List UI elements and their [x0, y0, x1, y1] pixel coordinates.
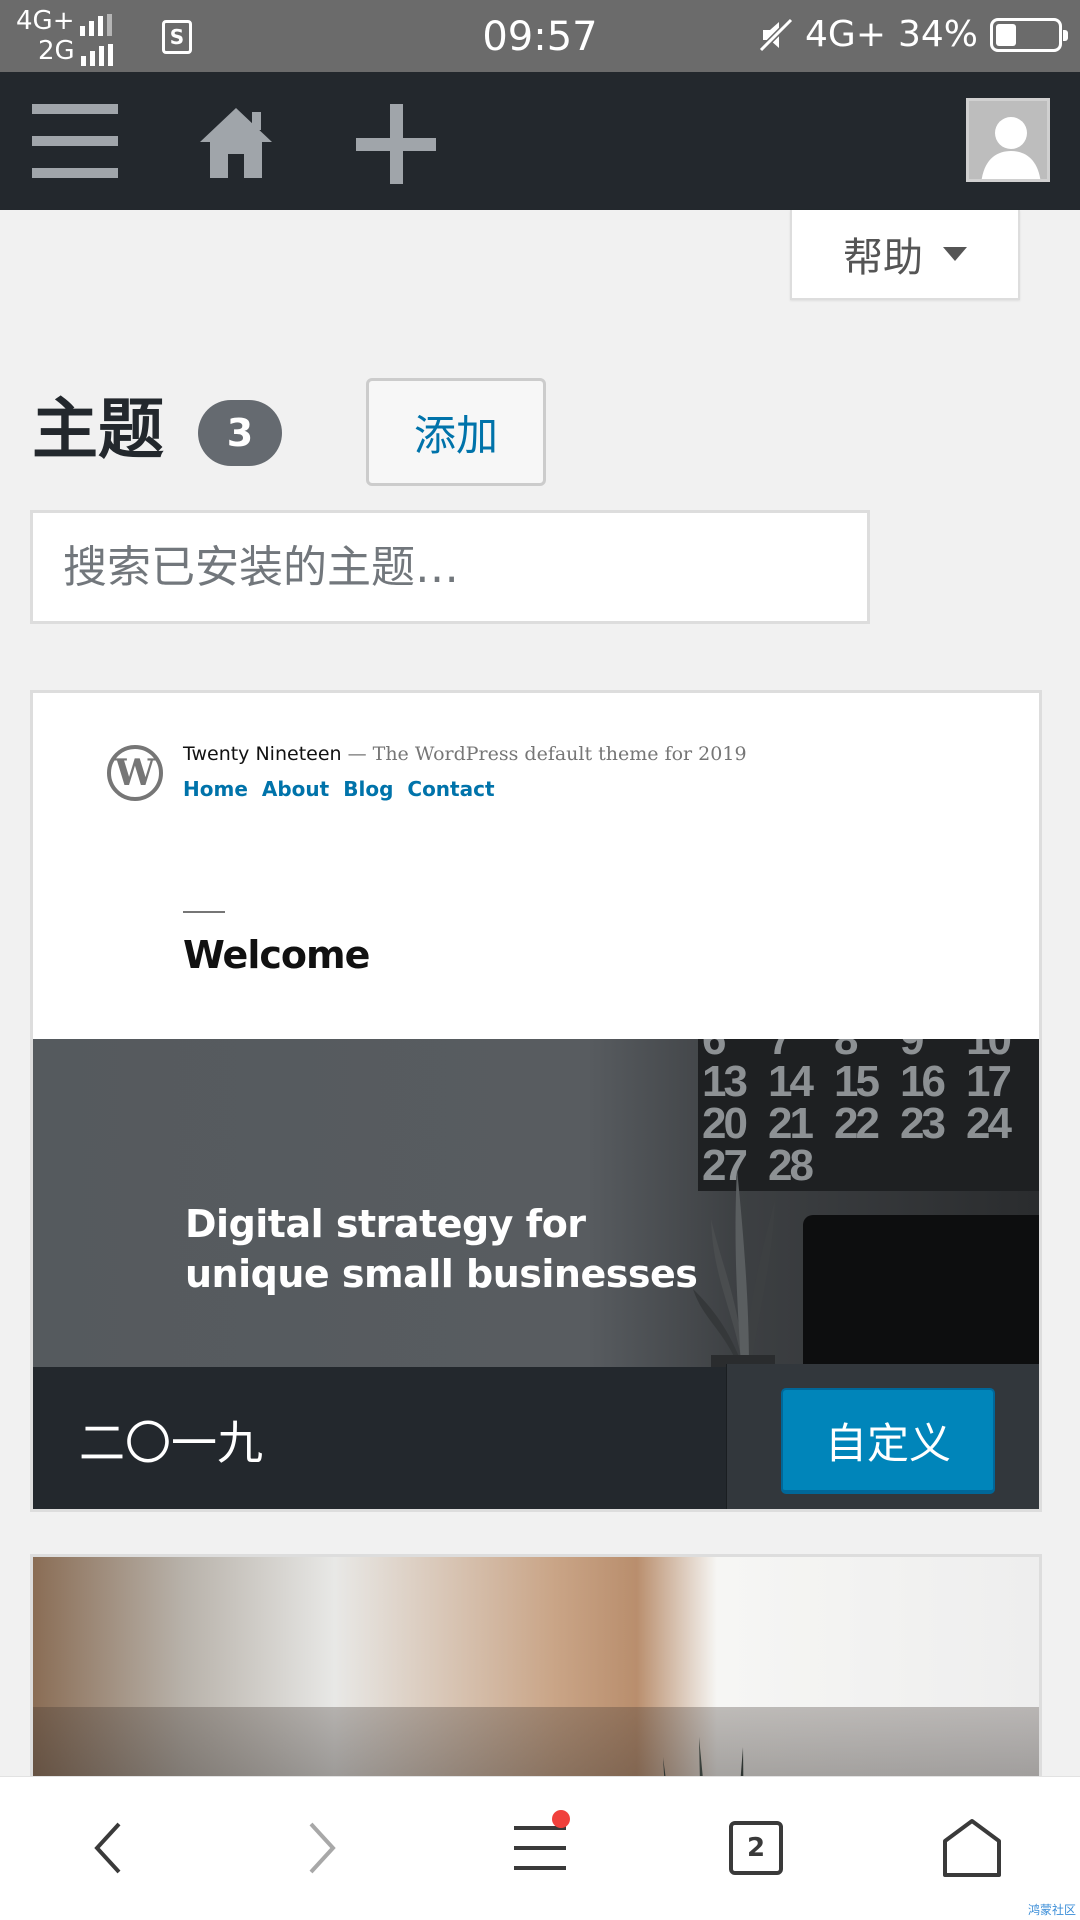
plant-icon — [693, 1169, 775, 1367]
home-icon[interactable] — [196, 102, 276, 182]
status-right: 4G+ 34% — [758, 14, 1068, 55]
back-icon — [94, 1822, 121, 1874]
theme-search-input[interactable] — [30, 510, 870, 624]
menu-icon[interactable] — [32, 104, 118, 178]
calendar-day — [966, 1145, 1032, 1187]
tabs-button[interactable]: 2 — [721, 1813, 791, 1883]
mute-icon — [758, 17, 794, 52]
battery-percent: 34% — [897, 14, 978, 55]
menu-button[interactable] — [505, 1810, 575, 1883]
battery-level — [996, 23, 1016, 46]
theme-card-footer: 二〇一九 自定义 — [33, 1364, 1039, 1509]
notification-dot — [552, 1810, 570, 1828]
preview-monitor — [803, 1215, 1039, 1367]
customize-button[interactable]: 自定义 — [781, 1388, 995, 1494]
preview-divider — [183, 911, 225, 913]
caret-down-icon — [943, 247, 967, 261]
theme-count-badge: 3 — [198, 400, 282, 466]
browser-toolbar: 2 鸿蒙社区 — [0, 1776, 1080, 1920]
help-button[interactable]: 帮助 — [790, 210, 1020, 300]
calendar-day: 13 — [702, 1057, 748, 1106]
avatar[interactable] — [966, 98, 1050, 182]
calendar-day: 22 — [834, 1099, 880, 1148]
preview-site-title: Twenty Nineteen — [183, 743, 342, 765]
network-type-right: 4G+ — [805, 14, 886, 55]
forward-button[interactable] — [288, 1813, 358, 1883]
calendar-day — [834, 1145, 900, 1187]
preview-header: W Twenty Nineteen — The WordPress defaul… — [33, 693, 1039, 1039]
tab-count: 2 — [729, 1821, 783, 1875]
battery-icon — [990, 17, 1068, 52]
theme-card[interactable]: W Twenty Nineteen — The WordPress defaul… — [30, 690, 1042, 1512]
calendar-day: 17 — [966, 1057, 1012, 1106]
calendar-day: 15 — [834, 1057, 880, 1106]
preview-site-line: Twenty Nineteen — The WordPress default … — [183, 743, 747, 765]
preview-nav-about: About — [261, 777, 330, 801]
preview-site-desc: — The WordPress default theme for 2019 — [347, 743, 747, 765]
forward-icon — [309, 1822, 336, 1874]
preview-nav: Home About Blog Contact — [183, 777, 495, 801]
calendar-day: 16 — [900, 1057, 946, 1106]
hero-line-2: unique small businesses — [185, 1252, 698, 1296]
calendar-day: 24 — [966, 1099, 1012, 1148]
menu-lines-icon — [514, 1810, 570, 1872]
page-title: 主题 — [32, 391, 164, 468]
calendar-day: 21 — [768, 1099, 814, 1148]
preview-nav-contact: Contact — [407, 777, 495, 801]
calendar-day — [900, 1145, 966, 1187]
calendar-day: 14 — [768, 1057, 814, 1106]
theme-actions: 自定义 — [726, 1364, 1039, 1509]
home-button[interactable] — [937, 1813, 1007, 1883]
admin-bar — [0, 72, 1080, 210]
preview-hero-text: Digital strategy for unique small busine… — [185, 1199, 698, 1299]
browser-home-icon — [943, 1819, 1001, 1877]
calendar-day: 20 — [702, 1099, 748, 1148]
hero-line-1: Digital strategy for — [185, 1202, 586, 1246]
help-label: 帮助 — [843, 235, 923, 281]
add-theme-button[interactable]: 添加 — [366, 378, 546, 486]
preview-heading: Welcome — [183, 933, 370, 977]
back-button[interactable] — [72, 1813, 142, 1883]
preview-nav-blog: Blog — [343, 777, 394, 801]
status-bar: 4G+ 2G S 09:57 4G+ 34% — [0, 0, 1080, 72]
theme-name: 二〇一九 — [79, 1416, 263, 1470]
wordpress-logo-icon: W — [107, 745, 163, 801]
calendar-day: 23 — [900, 1099, 946, 1148]
watermark: 鸿蒙社区 — [1027, 1903, 1076, 1917]
preview-nav-home: Home — [183, 777, 248, 801]
theme-screenshot[interactable]: W Twenty Nineteen — The WordPress defaul… — [33, 693, 1039, 1367]
preview-hero: 6 7 8 9 10 13 14 15 16 17 20 21 22 23 24 27 28 Digital s… — [33, 1039, 1039, 1367]
plus-icon[interactable] — [356, 104, 436, 184]
